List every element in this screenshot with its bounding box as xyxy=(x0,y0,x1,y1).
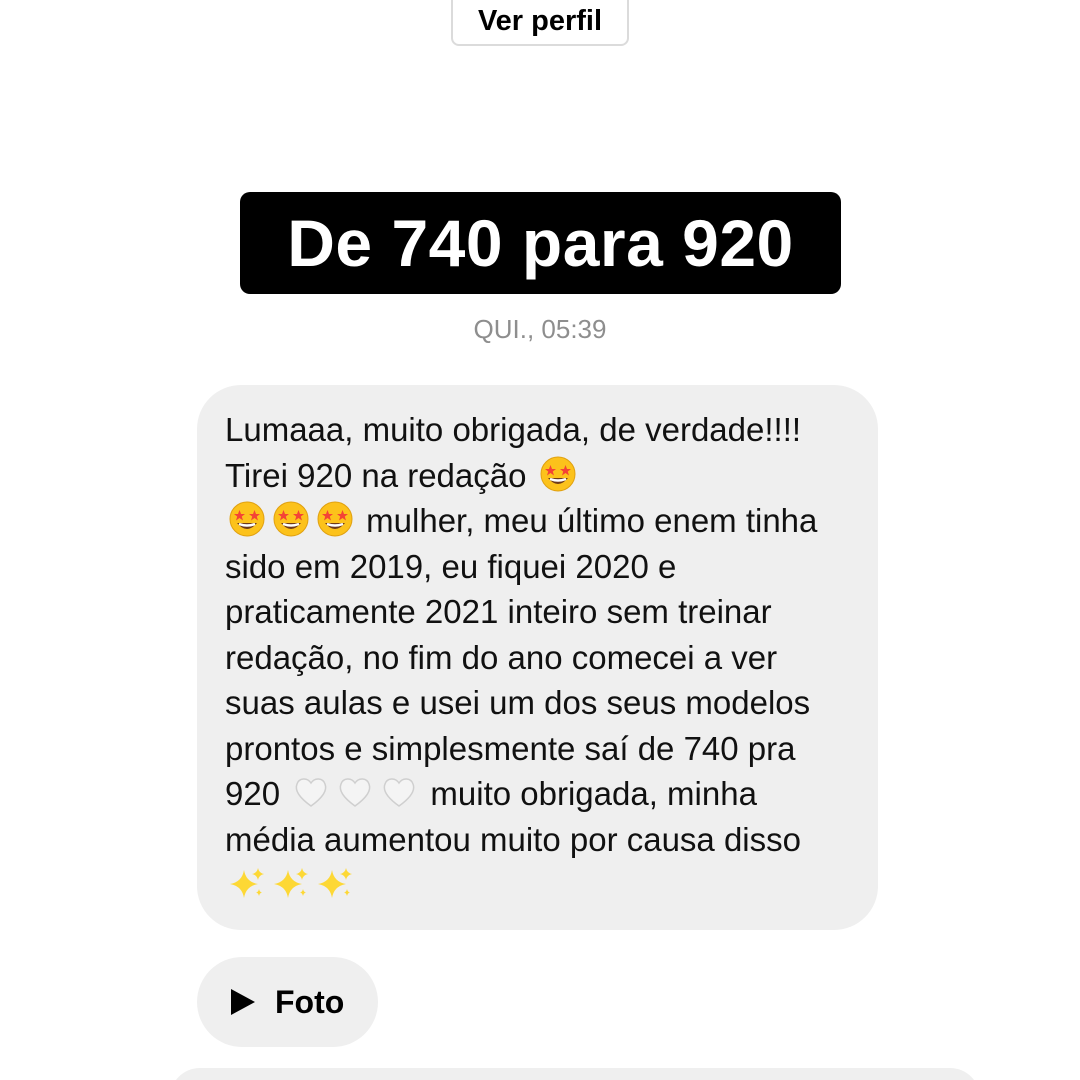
message-text-part1: Lumaaa, muito obrigada, de verdade!!!! T… xyxy=(225,411,802,494)
star-struck-emoji-icon xyxy=(228,500,266,538)
view-profile-label: Ver perfil xyxy=(477,4,603,37)
sparkles-emoji-icon xyxy=(228,864,266,902)
star-struck-emoji-icon xyxy=(539,455,577,493)
view-profile-button[interactable]: Ver perfil xyxy=(451,0,629,46)
white-heart-emoji-icon xyxy=(336,773,374,811)
sparkles-emoji-icon xyxy=(316,864,354,902)
message-text: Lumaaa, muito obrigada, de verdade!!!! T… xyxy=(225,407,850,908)
star-struck-emoji-icon xyxy=(272,500,310,538)
score-banner: De 740 para 920 xyxy=(240,192,841,294)
chat-screen: Ver perfil De 740 para 920 QUI., 05:39 L… xyxy=(0,0,1080,1080)
banner-text: De 740 para 920 xyxy=(287,206,794,280)
white-heart-emoji-icon xyxy=(380,773,418,811)
white-heart-emoji-icon xyxy=(292,773,330,811)
message-text-part2: mulher, meu último enem tinha sido em 20… xyxy=(225,502,818,812)
sparkles-emoji-icon xyxy=(272,864,310,902)
photo-attachment-button[interactable]: Foto xyxy=(197,957,378,1047)
star-struck-emoji-icon xyxy=(316,500,354,538)
next-message-bubble-edge xyxy=(170,1068,980,1080)
play-icon xyxy=(231,989,255,1015)
message-timestamp: QUI., 05:39 xyxy=(473,314,607,344)
message-bubble[interactable]: Lumaaa, muito obrigada, de verdade!!!! T… xyxy=(197,385,878,930)
photo-attachment-label: Foto xyxy=(275,983,345,1020)
